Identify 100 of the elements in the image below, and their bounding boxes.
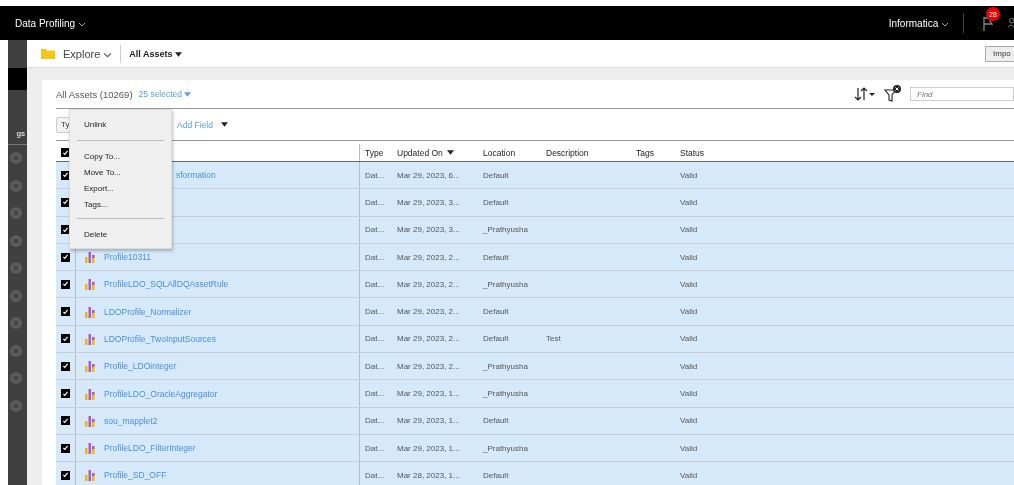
table-cell: Valid <box>680 170 698 180</box>
table-row[interactable]: LDOProfile_Normalizer Dat... Mar 29, 2023, 2... Default Valid <box>56 298 1014 326</box>
org-menu[interactable]: Informatica <box>888 17 949 29</box>
row-checkbox[interactable] <box>61 389 70 398</box>
caret-icon <box>175 51 183 57</box>
table-cell: Default <box>483 307 509 317</box>
row-checkbox[interactable] <box>61 279 70 289</box>
bar-chart-icon <box>84 251 96 264</box>
sort-arrow-icon <box>446 150 454 155</box>
table-cell: Dat... <box>365 443 385 453</box>
table-cell: Mar 29, 2023, 1... <box>397 443 460 453</box>
table-cell: Dat... <box>365 170 385 180</box>
table-cell: Valid <box>680 307 698 317</box>
table-cell: Mar 29, 2023, 2... <box>397 334 460 344</box>
menu-item[interactable]: Delete <box>70 226 171 242</box>
table-cell: Dat... <box>365 416 385 426</box>
menu-item[interactable]: Tags... <box>70 196 171 212</box>
table-row[interactable]: Profile_SD_OFF Dat... Mar 28, 2023, 1... Default Valid <box>56 462 1014 485</box>
table-cell: _Prathyusha <box>483 225 528 235</box>
table-row[interactable]: Profile_LDOinteger Dat... Mar 29, 2023, 2... _Prathyusha Valid <box>56 353 1014 381</box>
table-cell: Dat... <box>365 225 385 235</box>
table-cell: Default <box>483 170 509 180</box>
row-checkbox[interactable] <box>61 252 70 262</box>
table-cell: _Prathyusha <box>483 443 528 453</box>
table-cell: Valid <box>680 334 698 344</box>
table-row[interactable]: ProfileLDO_FilterInteger Dat... Mar 29, 2023, 1... _Prathyusha Valid <box>56 434 1014 463</box>
table-cell: Dat... <box>365 361 385 371</box>
column-header[interactable]: Description <box>541 144 632 161</box>
table-cell: Valid <box>680 361 698 371</box>
table-cell: Mar 29, 2023, 2... <box>397 279 460 289</box>
table-cell: Mar 29, 2023, 1... <box>397 416 460 426</box>
table-cell: Dat... <box>365 279 385 289</box>
user-icon[interactable] <box>1008 16 1014 30</box>
table-cell: Mar 29, 2023, 1... <box>397 389 460 398</box>
column-header[interactable]: Location <box>475 144 541 161</box>
menu-item[interactable]: Unlink <box>70 114 171 134</box>
table-cell: Valid <box>680 470 698 480</box>
table-cell: Valid <box>680 197 698 207</box>
table-cell: Mar 29, 2023, 3... <box>397 197 460 207</box>
filter-icon[interactable] <box>884 85 902 103</box>
table-row[interactable]: Profile10311 Dat... Mar 29, 2023, 2... Default Valid <box>56 243 1014 272</box>
table-cell: Dat... <box>365 334 385 344</box>
app-switcher[interactable]: Data Profiling <box>15 17 86 29</box>
table-cell: Default <box>483 470 509 480</box>
table-cell: Default <box>483 416 509 426</box>
table-row[interactable]: sou_mapplet2 Dat... Mar 29, 2023, 1... Default Valid <box>56 407 1014 435</box>
table-cell: Valid <box>680 279 698 289</box>
chevron-icon <box>77 21 86 27</box>
explore-menu[interactable]: Explore <box>63 47 113 60</box>
menu-item[interactable]: Move To... <box>70 164 171 180</box>
table-cell: Test <box>546 334 561 344</box>
bar-chart-icon <box>84 387 96 400</box>
table-row[interactable]: ProfileLDO_SQLAllDQAssetRule Dat... Mar 29, 2023, 2... _Prathyusha Valid <box>56 271 1014 299</box>
row-checkbox[interactable] <box>61 443 70 453</box>
menu-item[interactable]: Copy To... <box>70 148 171 164</box>
column-header[interactable]: Type <box>360 144 392 161</box>
table-row[interactable]: LDOProfile_TwoInputSources Dat... Mar 29, 2023, 2... Default Test Valid <box>56 325 1014 354</box>
caret-icon <box>184 92 192 97</box>
table-cell: Mar 29, 2023, 2... <box>397 252 460 262</box>
find-field[interactable]: Find <box>910 87 1014 101</box>
column-header[interactable]: Updated On <box>392 144 475 161</box>
flag-icon[interactable] <box>982 16 994 32</box>
bar-chart-icon <box>84 278 96 291</box>
table-cell: Dat... <box>365 470 385 480</box>
table-cell: _Prathyusha <box>483 389 528 398</box>
table-cell: Default <box>483 334 509 344</box>
table-cell: Valid <box>680 389 698 398</box>
scope-dropdown[interactable]: All Assets <box>129 48 183 59</box>
row-checkbox[interactable] <box>61 334 70 344</box>
table-cell: Mar 29, 2023, 2... <box>397 361 460 371</box>
row-checkbox[interactable] <box>61 470 70 480</box>
row-checkbox[interactable] <box>61 416 70 426</box>
table-cell: Mar 29, 2023, 6... <box>397 170 460 180</box>
table-row[interactable]: ProfileLDO_OracleAggregator Dat... Mar 29, 2023, 1... _Prathyusha Valid <box>56 380 1014 408</box>
table-cell: Valid <box>680 225 698 235</box>
chevron-icon <box>103 51 113 58</box>
column-header[interactable]: Status <box>676 144 1014 161</box>
sort-icon[interactable] <box>854 86 876 102</box>
table-cell: Mar 29, 2023, 2... <box>397 307 460 317</box>
table-cell: _Prathyusha <box>483 279 528 289</box>
table-cell: Valid <box>680 252 698 262</box>
table-cell: Dat... <box>365 197 385 207</box>
bar-chart-icon <box>84 305 96 318</box>
table-cell: Dat... <box>365 389 385 398</box>
import-button[interactable]: Impo <box>985 45 1014 62</box>
bar-chart-icon <box>84 360 96 373</box>
bar-chart-icon <box>84 414 96 427</box>
table-cell: Mar 29, 2023, 3... <box>397 225 460 235</box>
column-header[interactable]: Tags <box>632 144 676 161</box>
table-cell: Dat... <box>365 252 385 262</box>
table-cell: Default <box>483 252 509 262</box>
table-cell: Dat... <box>365 307 385 317</box>
panel-title: All Assets (10269) <box>56 88 133 100</box>
row-checkbox[interactable] <box>61 361 70 371</box>
bar-chart-icon <box>84 442 96 455</box>
row-checkbox[interactable] <box>61 307 70 317</box>
caret-icon[interactable] <box>220 122 228 127</box>
table-cell: Default <box>483 197 509 207</box>
table-cell: Valid <box>680 443 698 453</box>
chevron-icon <box>941 21 949 27</box>
